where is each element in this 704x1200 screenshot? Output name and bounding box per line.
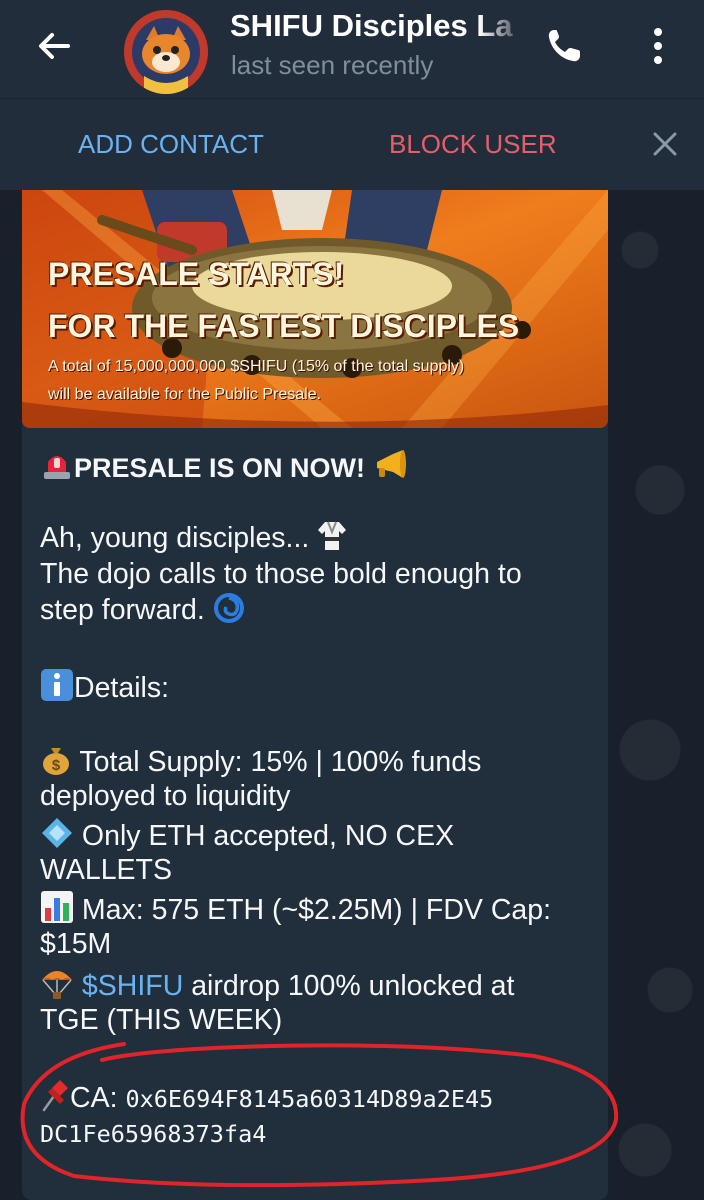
max-line-2: $15M (40, 928, 112, 960)
message-heading: PRESALE IS ON NOW! (40, 448, 409, 491)
svg-text:$: $ (52, 757, 61, 774)
more-menu-button[interactable] (636, 22, 680, 70)
shifu-hashtag-link[interactable]: $SHIFU (82, 970, 183, 1002)
siren-icon (40, 448, 74, 491)
intro-line-3: step forward. (40, 592, 245, 633)
more-vertical-icon (654, 28, 662, 64)
intro-text-1: Ah, young disciples... (40, 522, 310, 554)
close-icon (653, 132, 677, 156)
add-contact-button[interactable]: ADD CONTACT (78, 129, 264, 160)
supply-line-2: deployed to liquidity (40, 780, 291, 812)
information-icon (40, 668, 74, 711)
block-user-button[interactable]: BLOCK USER (389, 129, 557, 160)
details-line: Details: (40, 668, 169, 711)
eth-line-2: WALLETS (40, 854, 172, 886)
call-button[interactable] (540, 22, 588, 70)
chat-header: SHIFU Disciples La last seen recently (0, 0, 704, 98)
banner-caption-line2: will be available for the Public Presale… (48, 386, 322, 403)
eth-text-1: Only ETH accepted, NO CEX (81, 820, 455, 852)
intro-line-2: The dojo calls to those bold enough to (40, 558, 522, 590)
intro-line-1: Ah, young disciples... (40, 520, 347, 561)
details-label: Details: (74, 672, 170, 704)
airdrop-text-1: airdrop 100% unlocked at (183, 970, 515, 1002)
phone-icon (548, 30, 580, 62)
max-line-1: Max: 575 ETH (~$2.25M) | FDV Cap: (40, 890, 551, 933)
banner-title-line1: PRESALE STARTS! (48, 256, 345, 292)
megaphone-icon (373, 448, 409, 491)
supply-text-1: Total Supply: 15% | 100% funds (79, 746, 482, 778)
back-button[interactable] (30, 22, 78, 70)
airdrop-line-2: TGE (THIS WEEK) (40, 1004, 283, 1036)
contact-action-bar: ADD CONTACT BLOCK USER (0, 98, 704, 190)
martial-arts-uniform-icon (317, 520, 347, 561)
intro-text-3: step forward. (40, 594, 205, 626)
banner-caption-line1: A total of 15,000,000,000 $SHIFU (15% of… (48, 358, 465, 375)
heading-text: PRESALE IS ON NOW! (74, 453, 366, 483)
chat-status: last seen recently (231, 50, 434, 80)
chat-title[interactable]: SHIFU Disciples La (230, 8, 526, 44)
close-action-bar-button[interactable] (648, 127, 682, 161)
avatar[interactable] (124, 10, 208, 94)
arrow-left-icon (39, 33, 70, 59)
red-annotation-circle (20, 1042, 619, 1188)
cyclone-icon (213, 592, 245, 633)
max-text-1: Max: 575 ETH (~$2.25M) | FDV Cap: (81, 894, 552, 926)
banner-title-line2: FOR THE FASTEST DISCIPLES (48, 308, 520, 344)
shifu-avatar-icon (124, 10, 208, 94)
presale-banner-image[interactable]: PRESALE STARTS! FOR THE FASTEST DISCIPLE… (22, 190, 608, 428)
